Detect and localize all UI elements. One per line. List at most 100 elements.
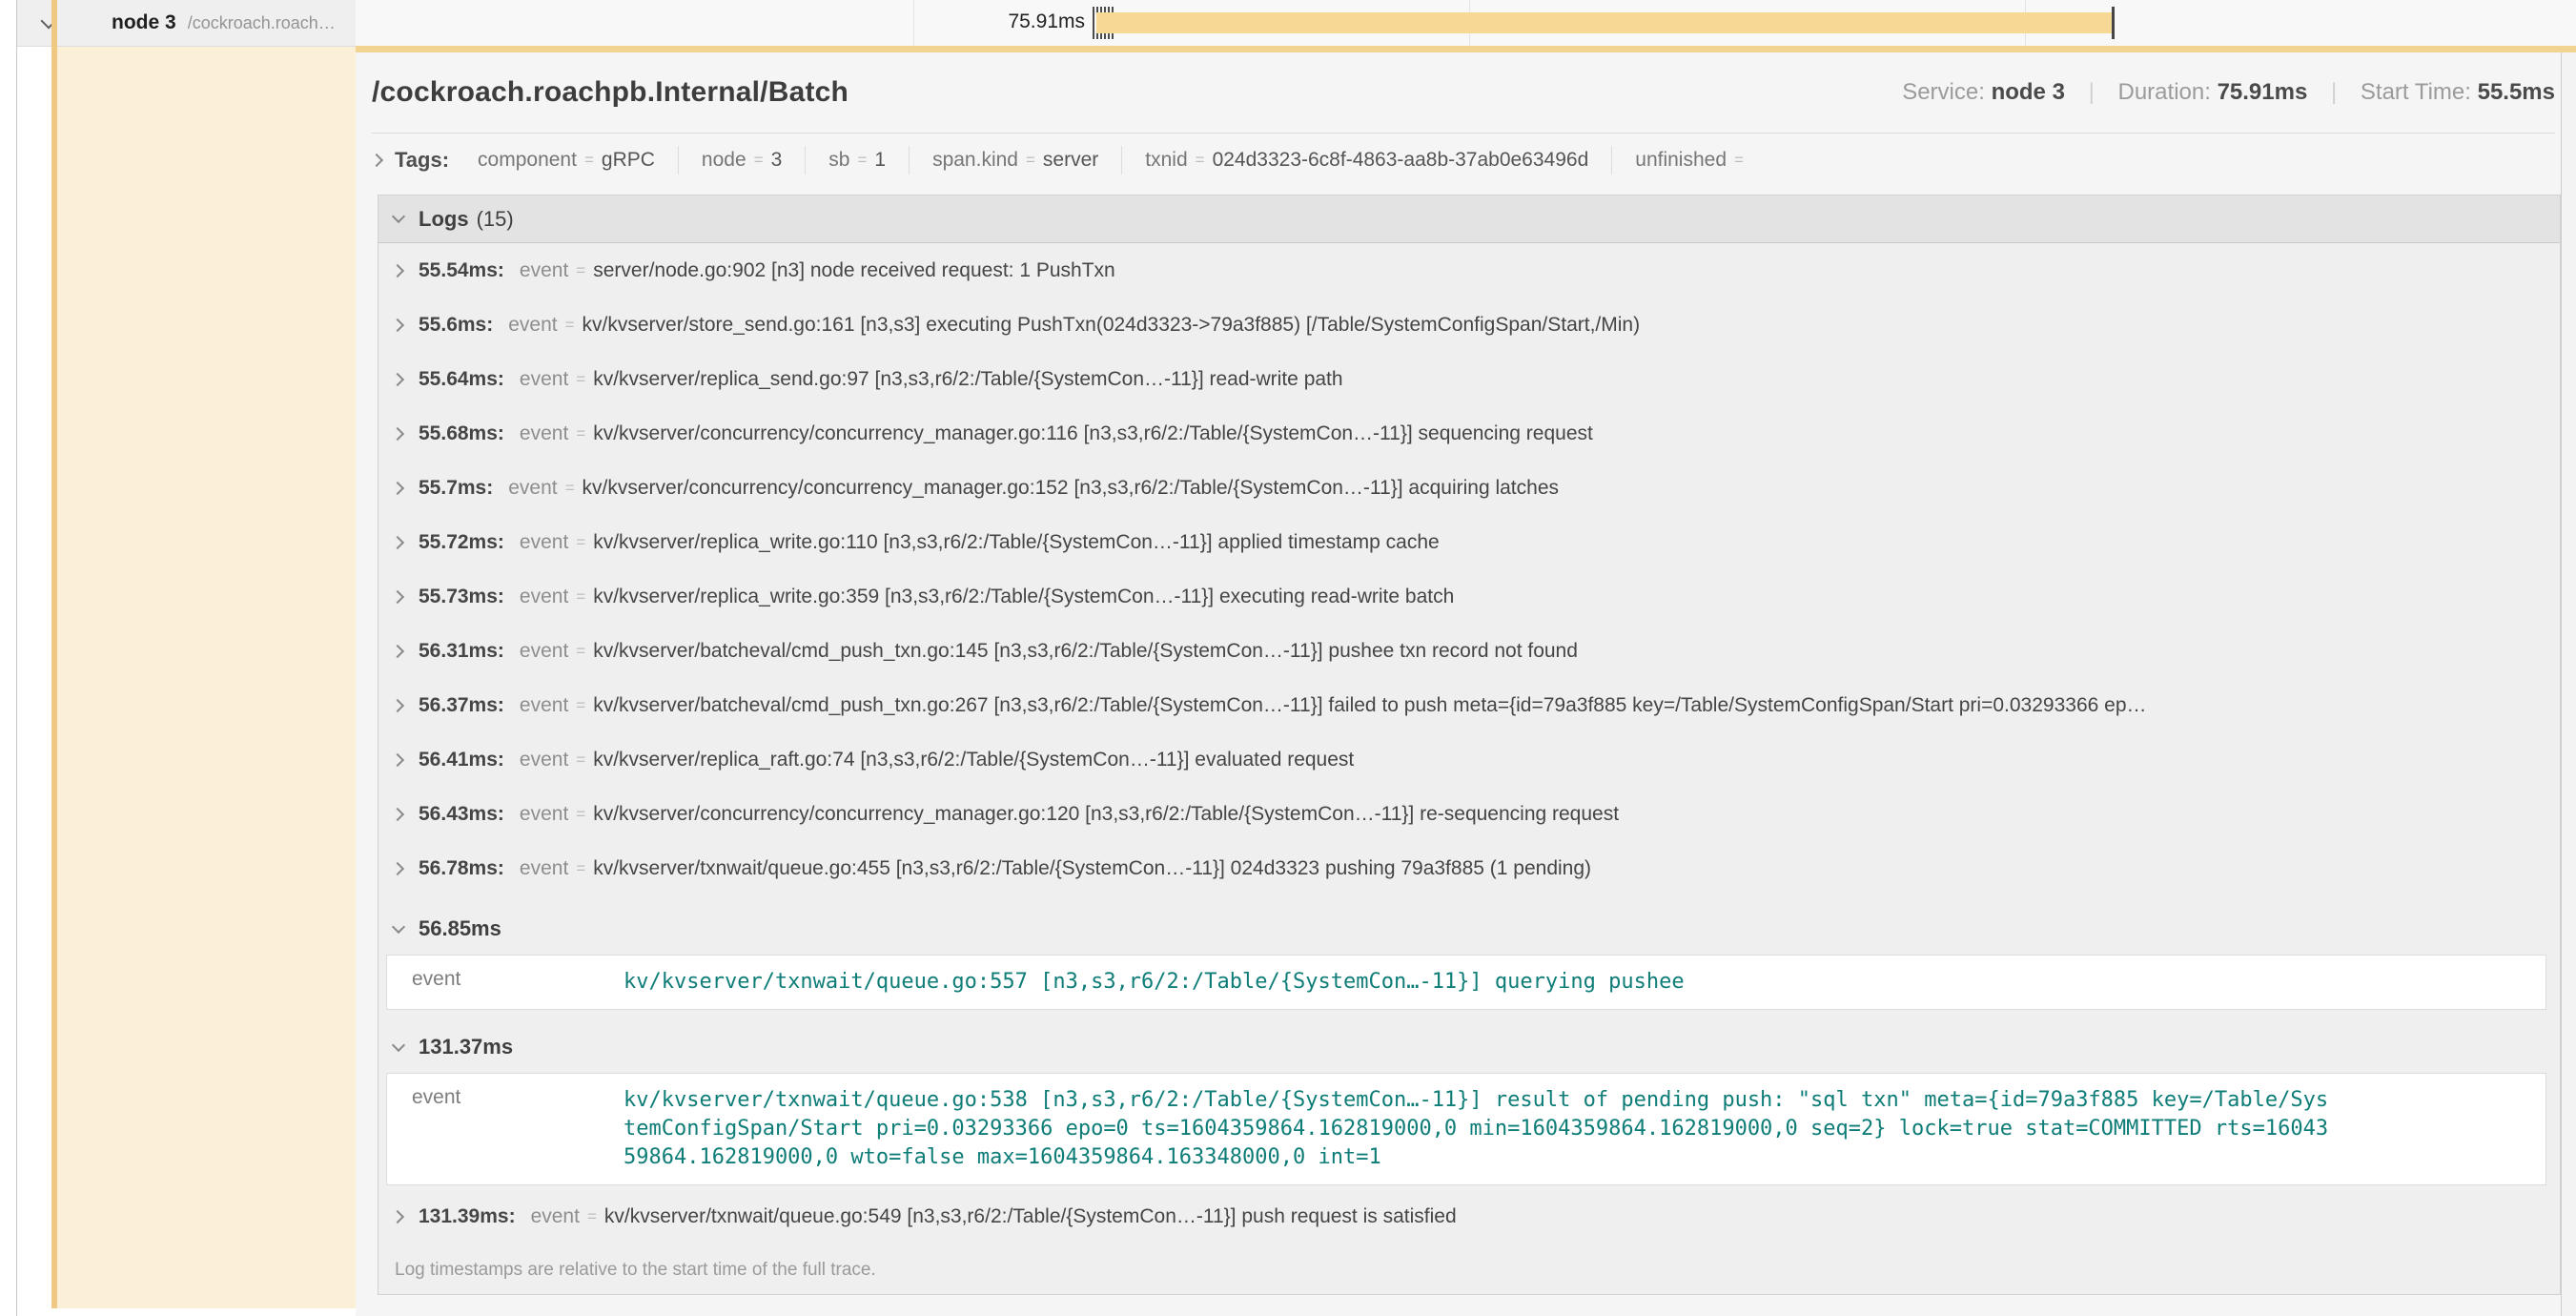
log-timestamp: 56.85ms — [419, 916, 501, 941]
log-row[interactable]: 55.68ms:event=kv/kvserver/concurrency/co… — [378, 406, 2560, 461]
chevron-down-icon[interactable] — [392, 210, 405, 223]
chevron-right-icon[interactable] — [391, 589, 404, 603]
log-row[interactable]: 55.73ms: event = kv/kvserver/replica_write.… — [378, 569, 2560, 624]
meta-separator: | — [2089, 79, 2095, 105]
chevron-right-icon[interactable] — [391, 426, 404, 440]
log-row[interactable]: 56.43ms:event=kv/kvserver/concurrency/co… — [378, 787, 2560, 841]
timeline-gridline — [913, 0, 914, 46]
tag-equals: = — [1026, 151, 1035, 170]
logs-count: (15) — [477, 207, 514, 232]
tag-sb: sb = 1 — [805, 146, 909, 175]
log-equals: = — [576, 533, 585, 552]
chevron-down-icon[interactable] — [392, 919, 405, 933]
detail-title-row: /cockroach.roachpb.Internal/Batch Servic… — [372, 52, 2555, 134]
log-row[interactable]: 55.64ms:event=kv/kvserver/replica_send.g… — [378, 352, 2560, 406]
log-row[interactable]: 55.6ms:event=kv/kvserver/store_send.go:1… — [378, 298, 2560, 352]
log-message: kv/kvserver/concurrency/concurrency_mana… — [593, 422, 1593, 445]
log-equals: = — [576, 696, 585, 715]
chevron-right-icon[interactable] — [391, 807, 404, 820]
log-key: event — [520, 531, 568, 554]
tag-key: txnid — [1145, 149, 1187, 172]
logs-accordion-header[interactable]: Logs (15) — [378, 195, 2560, 243]
log-equals: = — [576, 587, 585, 607]
chevron-right-icon[interactable] — [391, 1209, 404, 1223]
span-meta: Service: node 3 | Duration: 75.91ms | St… — [1902, 79, 2555, 106]
tag-key: unfinished — [1635, 149, 1727, 172]
log-row[interactable]: 56.78ms:event=kv/kvserver/txnwait/queue.… — [378, 841, 2560, 895]
log-timestamp: 131.39ms: — [419, 1205, 516, 1228]
tag-equals: = — [584, 151, 594, 170]
log-timestamp: 55.7ms: — [419, 477, 493, 500]
tag-equals: = — [1734, 151, 1744, 170]
log-message: kv/kvserver/txnwait/queue.go:455 [n3,s3,… — [593, 857, 1591, 880]
chevron-right-icon[interactable] — [391, 535, 404, 548]
log-key: event — [520, 422, 568, 445]
tag-value: server — [1043, 149, 1098, 172]
log-row[interactable]: 55.7ms: event = kv/kvserver/concurrency/con… — [378, 461, 2560, 515]
log-timestamp: 56.31ms: — [419, 640, 504, 663]
log-row[interactable]: 55.54ms:event=server/node.go:902 [n3] no… — [378, 243, 2560, 298]
logs-footer-note: Log timestamps are relative to the start… — [378, 1244, 2560, 1294]
log-row[interactable]: 56.37ms:event=kv/kvserver/batcheval/cmd_… — [378, 678, 2560, 732]
log-equals: = — [576, 859, 585, 878]
log-key: event — [508, 314, 557, 337]
span-duration-bar[interactable] — [1096, 12, 2114, 33]
span-color-strip — [51, 0, 57, 1308]
expanded-log-header[interactable]: 131.37ms — [378, 1014, 2560, 1063]
log-detail-value: kv/kvserver/txnwait/queue.go:557 [n3,s3,… — [624, 968, 2335, 997]
log-message: kv/kvserver/txnwait/queue.go:549 [n3,s3,… — [604, 1205, 1457, 1228]
chevron-right-icon[interactable] — [391, 698, 404, 711]
log-key: event — [520, 586, 568, 608]
log-equals: = — [576, 261, 585, 280]
log-key: event — [520, 640, 568, 663]
scrollbar-gutter[interactable] — [2561, 52, 2576, 1316]
span-service-name: node 3 — [112, 11, 176, 34]
tag-key: sb — [828, 149, 849, 172]
chevron-right-icon[interactable] — [391, 318, 404, 331]
tag-txnid: txnid=024d3323-6c8f-4863-aa8b-37ab0e6349… — [1121, 146, 1611, 175]
chevron-right-icon[interactable] — [391, 372, 404, 385]
log-key: event — [520, 694, 568, 717]
chevron-right-icon[interactable] — [370, 154, 383, 167]
log-timestamp: 56.37ms: — [419, 694, 504, 717]
log-row[interactable]: 55.72ms:event=kv/kvserver/replica_write.… — [378, 515, 2560, 569]
log-key: event — [520, 368, 568, 391]
log-timestamp: 56.78ms: — [419, 857, 504, 880]
tags-label: Tags: — [395, 148, 449, 173]
timeline-header-row[interactable]: 75.91ms — [356, 0, 2576, 46]
start-time-value: 55.5ms — [2478, 79, 2555, 105]
log-equals: = — [576, 424, 585, 443]
chevron-right-icon[interactable] — [391, 481, 404, 494]
log-row[interactable]: 56.31ms:event=kv/kvserver/batcheval/cmd_… — [378, 624, 2560, 678]
log-message: kv/kvserver/store_send.go:161 [n3,s3] ex… — [583, 314, 1641, 337]
chevron-down-icon[interactable] — [392, 1038, 405, 1051]
log-message: kv/kvserver/replica_write.go:359 [n3,s3,… — [593, 586, 1454, 608]
tag-value: 1 — [874, 149, 886, 172]
tag-value: 024d3323-6c8f-4863-aa8b-37ab0e63496d — [1213, 149, 1589, 172]
tag-equals: = — [857, 151, 867, 170]
tag-value: 3 — [771, 149, 783, 172]
log-row[interactable]: 131.39ms:event=kv/kvserver/txnwait/queue… — [378, 1189, 2560, 1244]
chevron-right-icon[interactable] — [391, 752, 404, 766]
log-equals: = — [565, 479, 575, 498]
tag-key: node — [702, 149, 746, 172]
chevron-right-icon[interactable] — [391, 644, 404, 657]
expanded-log-header[interactable]: 56.85ms — [378, 895, 2560, 945]
log-equals: = — [576, 805, 585, 824]
log-key: event — [520, 259, 568, 282]
span-title: /cockroach.roachpb.Internal/Batch — [372, 76, 848, 109]
span-name-cell[interactable]: node 3 /cockroach.roach… — [17, 0, 356, 47]
chevron-right-icon[interactable] — [391, 263, 404, 277]
span-end-marker — [2112, 7, 2115, 39]
log-equals: = — [587, 1207, 597, 1226]
log-equals: = — [576, 751, 585, 770]
log-message: kv/kvserver/concurrency/concurrency_mana… — [583, 477, 1559, 500]
meta-separator: | — [2331, 79, 2337, 105]
chevron-right-icon[interactable] — [391, 861, 404, 874]
log-tick-icon — [1093, 7, 1094, 39]
log-row[interactable]: 56.41ms:event=kv/kvserver/replica_raft.g… — [378, 732, 2560, 787]
log-equals: = — [576, 642, 585, 661]
log-timestamp: 55.73ms: — [419, 586, 504, 608]
log-key: event — [508, 477, 557, 500]
tags-accordion[interactable]: Tags: component=gRPC node=3 sb=1 span.ki… — [372, 134, 2561, 183]
